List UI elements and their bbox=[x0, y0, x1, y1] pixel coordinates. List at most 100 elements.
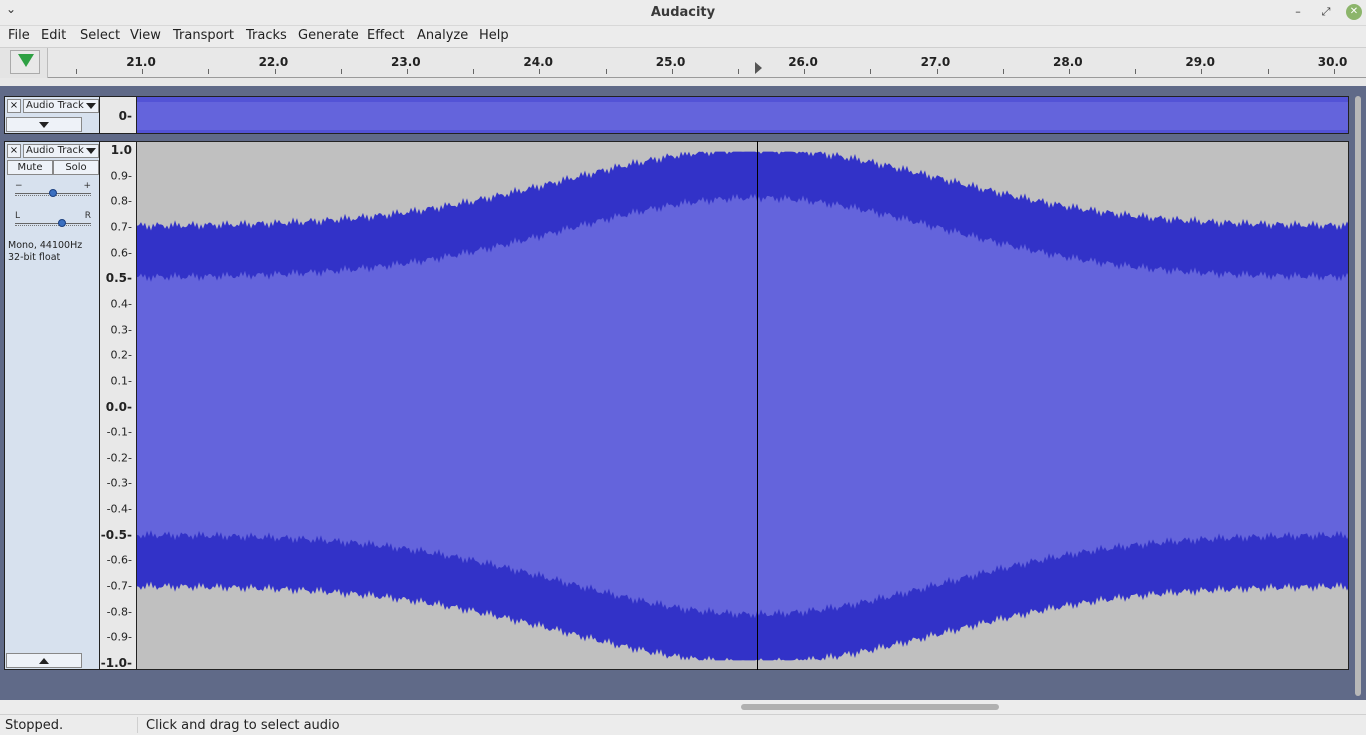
close-icon[interactable]: ✕ bbox=[1346, 4, 1362, 20]
ruler-time-label: 30.0 bbox=[1317, 55, 1348, 69]
ruler-tick bbox=[1135, 69, 1137, 74]
scale-label: 0.5- bbox=[105, 271, 132, 286]
ruler-tick bbox=[1201, 69, 1203, 74]
ruler-tick bbox=[1333, 69, 1335, 74]
scale-label: -0.7- bbox=[106, 579, 132, 593]
track-name-menu[interactable]: Audio Track bbox=[23, 144, 99, 158]
status-hint: Click and drag to select audio bbox=[146, 718, 340, 733]
timeline-ruler[interactable]: 21.0 22.0 23.0 24.0 25.0 26.0 27.0 28.0 29.0 30.0 bbox=[48, 48, 1366, 78]
vertical-scrollbar[interactable] bbox=[1354, 92, 1362, 700]
track-name-label: Audio Track bbox=[26, 100, 84, 111]
ruler-time-label: 21.0 bbox=[126, 55, 156, 69]
track-format-info: Mono, 44100Hz 32-bit float bbox=[8, 240, 82, 264]
ruler-tick bbox=[605, 69, 607, 74]
track-format-rate: Mono, 44100Hz bbox=[8, 240, 83, 251]
scale-label: -0.4- bbox=[106, 502, 132, 516]
scale-label: 0- bbox=[118, 109, 132, 123]
ruler-tick bbox=[1069, 69, 1070, 74]
collapse-track-button[interactable] bbox=[6, 653, 82, 668]
audacity-window: ⌄ Audacity – ⤢ ✕ File Edit Select View T… bbox=[0, 0, 1366, 735]
ruler-time-label: 26.0 bbox=[788, 55, 818, 69]
pan-right-label: R bbox=[84, 211, 91, 221]
menu-edit[interactable]: Edit bbox=[41, 28, 66, 43]
ruler-time-label: 24.0 bbox=[523, 55, 553, 69]
ruler-time-label: 28.0 bbox=[1052, 55, 1083, 69]
slider-ticks bbox=[15, 225, 91, 228]
scale-label: -0.6- bbox=[106, 553, 132, 567]
status-separator bbox=[137, 717, 138, 733]
scale-label: 1.0 bbox=[110, 143, 132, 157]
menu-file[interactable]: File bbox=[8, 28, 30, 43]
menu-select[interactable]: Select bbox=[80, 28, 120, 43]
menu-bar: File Edit Select View Transport Tracks G… bbox=[0, 26, 1366, 48]
scale-label: -0.3- bbox=[106, 476, 132, 490]
minimize-icon[interactable]: – bbox=[1290, 4, 1306, 20]
menu-analyze[interactable]: Analyze bbox=[417, 28, 468, 43]
waveform-svg-2 bbox=[137, 151, 1348, 661]
track-close-button[interactable]: × bbox=[7, 99, 21, 113]
scale-label: -0.1- bbox=[106, 425, 132, 439]
scale-label: 0.8- bbox=[110, 194, 132, 208]
track-control-panel-1[interactable]: × Audio Track bbox=[4, 96, 100, 134]
chevron-up-icon bbox=[39, 658, 49, 664]
gain-slider-thumb[interactable] bbox=[49, 189, 57, 197]
ruler-time-label: 25.0 bbox=[655, 55, 686, 69]
pan-slider-thumb[interactable] bbox=[57, 219, 66, 227]
ruler-time-label: 27.0 bbox=[920, 55, 951, 69]
ruler-gap bbox=[0, 78, 1366, 86]
menu-generate[interactable]: Generate bbox=[298, 28, 359, 43]
scale-label: 0.7- bbox=[110, 220, 132, 234]
maximize-icon[interactable]: ⤢ bbox=[1318, 4, 1334, 20]
track-close-button[interactable]: × bbox=[7, 144, 21, 158]
ruler-tick bbox=[1002, 69, 1004, 74]
track-name-menu[interactable]: Audio Track bbox=[23, 99, 99, 113]
horizontal-scrollbar[interactable] bbox=[0, 700, 1366, 714]
menu-effect[interactable]: Effect bbox=[367, 28, 404, 43]
scale-label: 0.3- bbox=[110, 323, 132, 337]
menu-transport[interactable]: Transport bbox=[173, 28, 234, 43]
gain-plus-label: + bbox=[83, 181, 91, 191]
scale-label: 0.0- bbox=[105, 399, 132, 414]
ruler-tick bbox=[936, 69, 938, 74]
dropdown-arrow-icon bbox=[86, 148, 96, 154]
scale-label: 0.1- bbox=[110, 374, 132, 388]
scale-label: -0.5- bbox=[100, 527, 132, 542]
title-bar: ⌄ Audacity – ⤢ ✕ bbox=[0, 0, 1366, 26]
play-triangle-icon bbox=[18, 54, 34, 67]
ruler-tick bbox=[340, 69, 342, 74]
ruler-tick bbox=[738, 69, 739, 74]
menu-tracks[interactable]: Tracks bbox=[246, 28, 287, 43]
track-1-waveform[interactable] bbox=[136, 96, 1349, 134]
track-2-vertical-scale[interactable]: 1.0 0.9- 0.8- 0.7- 0.6- 0.5- 0.4- 0.3- 0.2- 0.1- 0… bbox=[100, 141, 136, 670]
ruler-time-label: 23.0 bbox=[390, 55, 421, 69]
scale-label: -0.9- bbox=[106, 630, 132, 644]
menu-help[interactable]: Help bbox=[479, 28, 509, 43]
ruler-tick bbox=[473, 69, 475, 74]
pan-left-label: L bbox=[15, 211, 21, 221]
ruler-tick bbox=[804, 69, 806, 74]
scale-label: 0.6- bbox=[110, 246, 132, 260]
ruler-tick bbox=[407, 69, 408, 74]
waveform-svg-1 bbox=[137, 102, 1348, 130]
mute-button[interactable]: Mute bbox=[7, 160, 53, 175]
menu-view[interactable]: View bbox=[130, 28, 161, 43]
vertical-scrollbar-thumb[interactable] bbox=[1355, 96, 1361, 696]
gain-slider[interactable]: − + bbox=[15, 181, 91, 200]
playback-status: Stopped. bbox=[5, 718, 64, 733]
ruler-left-panel bbox=[0, 48, 48, 78]
window-title: Audacity bbox=[650, 5, 716, 20]
solo-button[interactable]: Solo bbox=[53, 160, 99, 175]
track-2-waveform[interactable] bbox=[136, 141, 1349, 670]
playback-position-marker-icon[interactable] bbox=[755, 62, 762, 74]
track-name-label: Audio Track bbox=[26, 145, 84, 156]
track-1-vertical-scale[interactable]: 0- bbox=[100, 96, 136, 134]
scale-label: -0.2- bbox=[106, 451, 132, 465]
horizontal-scrollbar-thumb[interactable] bbox=[741, 704, 999, 710]
pan-slider[interactable]: L R bbox=[15, 211, 91, 230]
ruler-tick bbox=[1267, 69, 1269, 74]
tracks-area[interactable]: × Audio Track 0- × Audio Track Mute Solo bbox=[0, 86, 1366, 700]
status-bar: Stopped. Click and drag to select audio bbox=[0, 714, 1366, 735]
ruler-time-label: 29.0 bbox=[1185, 55, 1215, 69]
track-control-panel-2[interactable]: × Audio Track Mute Solo − + L R Mono, 44… bbox=[4, 141, 100, 670]
expand-track-button[interactable] bbox=[6, 117, 82, 132]
